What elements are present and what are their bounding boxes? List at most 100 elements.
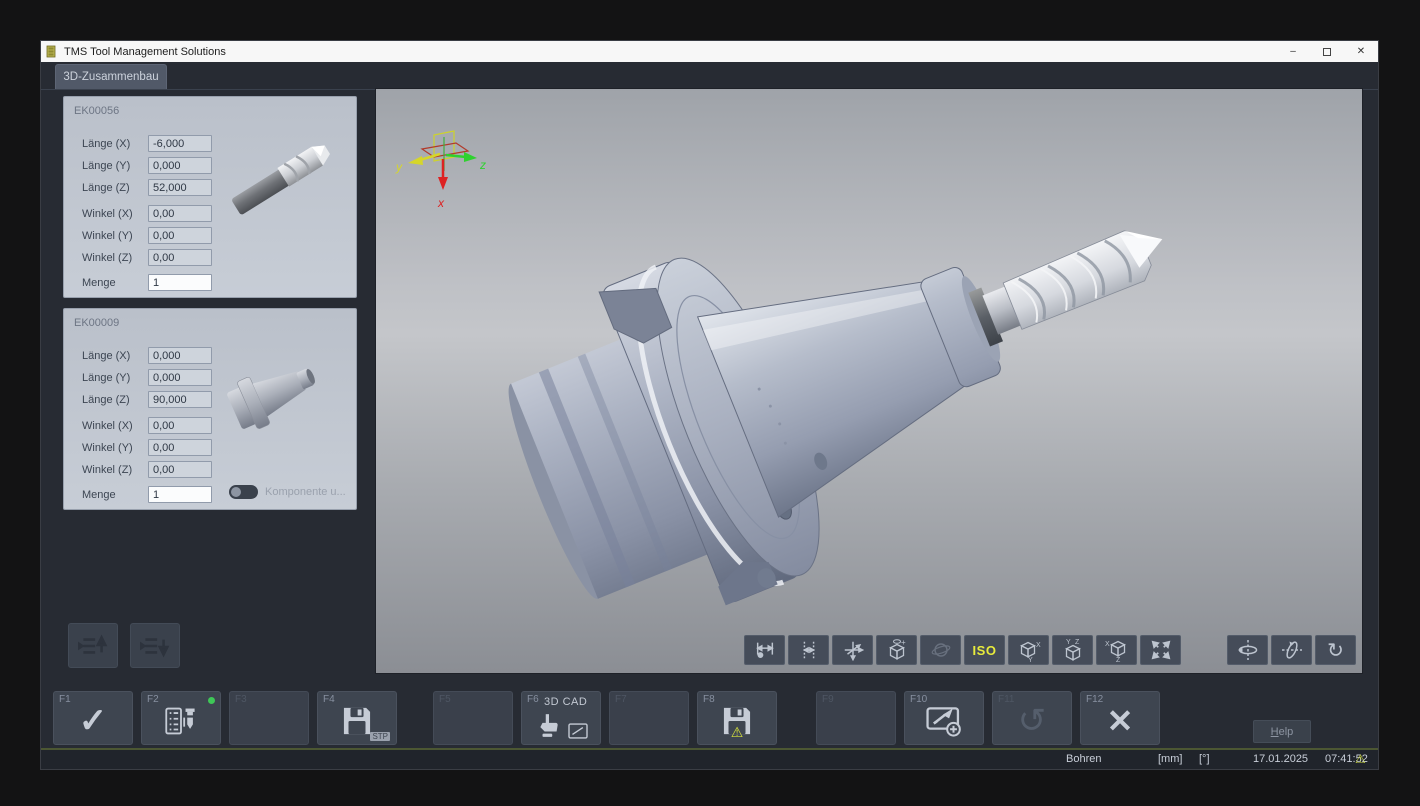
field-row: Winkel (Y) <box>82 439 212 456</box>
zoom-cube-button[interactable]: + <box>876 635 917 665</box>
f10-add-tool-image-button[interactable]: F10 <box>904 691 984 745</box>
viewport-toolbar: + ISO X Y <box>744 635 1181 665</box>
iso-view-button[interactable]: ISO <box>964 635 1005 665</box>
svg-text:X: X <box>1105 641 1110 648</box>
3d-cad-label: 3D CAD <box>544 696 587 708</box>
close-button[interactable]: ✕ <box>1344 41 1378 62</box>
field-label: Länge (Z) <box>82 394 148 406</box>
field-row: Winkel (X) <box>82 417 212 434</box>
f11-undo-button: F11 ↺ <box>992 691 1072 745</box>
orbit-icon <box>930 639 952 661</box>
measure-horizontal-button[interactable] <box>744 635 785 665</box>
winkel-x-input[interactable] <box>148 205 212 222</box>
list-move-up-icon <box>78 633 108 659</box>
status-unit-mm: [mm] <box>1158 753 1182 765</box>
laenge-x-input[interactable] <box>148 135 212 152</box>
view-yz-button[interactable]: Y Z <box>1052 635 1093 665</box>
minimize-button[interactable]: – <box>1276 41 1310 62</box>
measure-vertical-button[interactable] <box>788 635 829 665</box>
laenge-y-input[interactable] <box>148 369 212 386</box>
list-move-down-icon <box>140 633 170 659</box>
toggle-knob <box>231 487 241 497</box>
rotate-clockwise-button[interactable]: ↻ <box>1315 635 1356 665</box>
field-label: Winkel (X) <box>82 420 148 432</box>
winkel-y-input[interactable] <box>148 227 212 244</box>
expand-arrows-icon <box>1150 639 1172 661</box>
field-label: Winkel (Y) <box>82 230 148 242</box>
move-component-down-button[interactable] <box>130 623 180 668</box>
winkel-x-input[interactable] <box>148 417 212 434</box>
status-mode: Bohren <box>1066 753 1101 765</box>
tab-3d-zusammenbau[interactable]: 3D-Zusammenbau <box>55 64 167 89</box>
laenge-y-input[interactable] <box>148 157 212 174</box>
winkel-y-input[interactable] <box>148 439 212 456</box>
laenge-x-input[interactable] <box>148 347 212 364</box>
f1-confirm-button[interactable]: F1 ✓ <box>53 691 133 745</box>
f5-button: F5 <box>433 691 513 745</box>
field-row: Länge (Z) <box>82 391 212 408</box>
viewport-3d[interactable]: y z x <box>375 88 1363 674</box>
view-xy-button[interactable]: X Y <box>1008 635 1049 665</box>
menge-input[interactable] <box>148 486 212 503</box>
app-client-area: 3D-Zusammenbau EK00056 Länge (X) Länge (… <box>41 62 1378 769</box>
field-label: Winkel (Y) <box>82 442 148 454</box>
f12-close-button[interactable]: F12 ✕ <box>1080 691 1160 745</box>
component-id: EK00056 <box>74 105 119 117</box>
help-button[interactable]: Help <box>1253 720 1311 743</box>
f2-component-list-button[interactable]: F2 <box>141 691 221 745</box>
status-date: 17.01.2025 <box>1253 753 1308 765</box>
svg-text:Z: Z <box>1116 657 1121 663</box>
hand-pointer-icon <box>536 710 562 740</box>
field-row: Länge (Y) <box>82 157 212 174</box>
view-xz-button[interactable]: X Z <box>1096 635 1137 665</box>
maximize-icon <box>1323 48 1331 56</box>
move-component-up-button[interactable] <box>68 623 118 668</box>
f3-button: F3 <box>229 691 309 745</box>
help-label-rest: elp <box>1279 726 1294 738</box>
f6-3d-cad-button[interactable]: F6 3D CAD <box>521 691 601 745</box>
undo-icon: ↺ <box>993 696 1071 746</box>
field-row: Winkel (Y) <box>82 227 212 244</box>
field-row: Länge (Z) <box>82 179 212 196</box>
field-label: Länge (Z) <box>82 182 148 194</box>
orbit-button[interactable] <box>920 635 961 665</box>
orientation-triad-icon: y z x <box>394 127 494 217</box>
maximize-button[interactable] <box>1310 41 1344 62</box>
field-row: Menge <box>82 274 212 291</box>
stp-badge: STP <box>370 732 390 741</box>
field-row: Winkel (Z) <box>82 461 212 478</box>
svg-text:Y: Y <box>1028 657 1033 663</box>
field-label: Menge <box>82 489 148 501</box>
winkel-z-input[interactable] <box>148 249 212 266</box>
field-label: Winkel (Z) <box>82 464 148 476</box>
winkel-z-input[interactable] <box>148 461 212 478</box>
rotate-horizontal-axis-button[interactable] <box>1271 635 1312 665</box>
holder-thumbnail <box>216 351 331 436</box>
f8-save-warning-button[interactable]: F8 ⚠ <box>697 691 777 745</box>
axis-y-label: y <box>395 160 403 174</box>
komponente-toggle[interactable] <box>229 485 258 499</box>
rotate-horizontal-axis-icon <box>1280 638 1304 662</box>
menge-input[interactable] <box>148 274 212 291</box>
fit-view-button[interactable] <box>1140 635 1181 665</box>
field-label: Menge <box>82 277 148 289</box>
axes-button[interactable] <box>832 635 873 665</box>
floppy-disk-icon <box>340 704 374 738</box>
view-xz-cube-icon: X Z <box>1104 637 1130 663</box>
rotate-vertical-axis-button[interactable] <box>1227 635 1268 665</box>
measure-horizontal-icon <box>754 639 776 661</box>
field-label: Länge (X) <box>82 350 148 362</box>
component-group-ek00056: EK00056 Länge (X) Länge (Y) Länge (Z) Wi… <box>63 96 357 298</box>
add-image-icon <box>925 704 963 738</box>
svg-text:Z: Z <box>1075 639 1080 646</box>
f4-save-stp-button[interactable]: F4 STP <box>317 691 397 745</box>
laenge-z-input[interactable] <box>148 391 212 408</box>
field-row: Menge <box>82 486 212 503</box>
field-row: Winkel (Z) <box>82 249 212 266</box>
field-label: Länge (X) <box>82 138 148 150</box>
laenge-z-input[interactable] <box>148 179 212 196</box>
field-label: Länge (Y) <box>82 160 148 172</box>
rotate-clockwise-icon: ↻ <box>1327 638 1344 663</box>
f7-button: F7 <box>609 691 689 745</box>
component-group-ek00009: EK00009 Länge (X) Länge (Y) Länge (Z) Wi… <box>63 308 357 510</box>
